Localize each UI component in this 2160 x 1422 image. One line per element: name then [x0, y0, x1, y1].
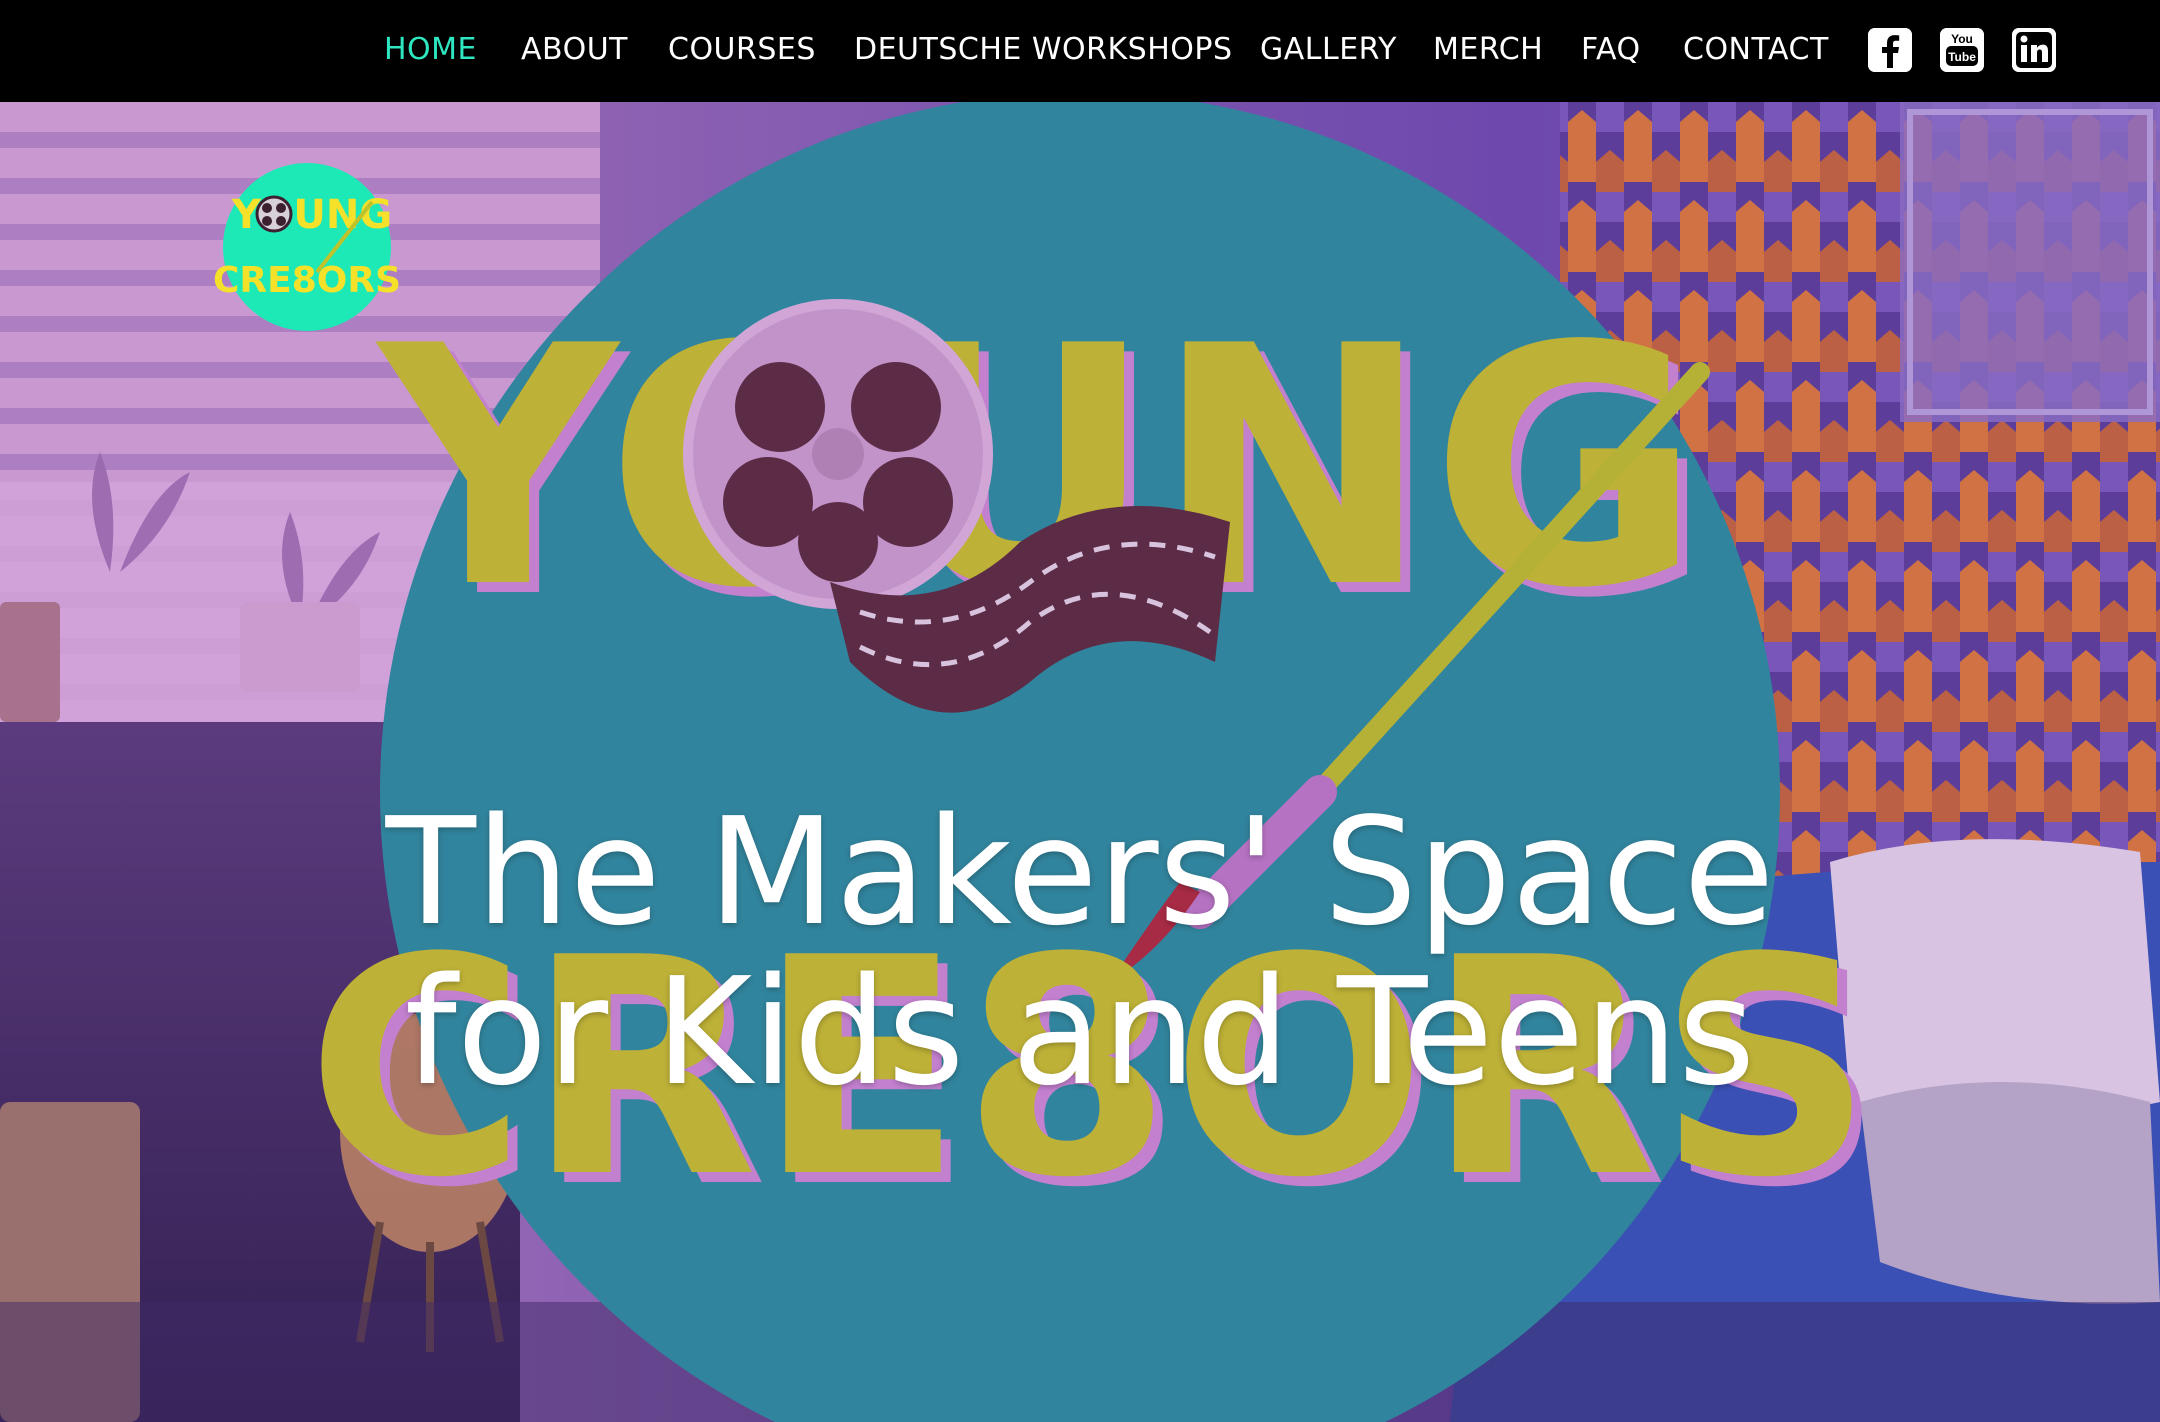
youtube-glyph-bottom: Tube	[1948, 50, 1976, 64]
youtube-glyph-top: You	[1951, 32, 1973, 46]
hero-heading-line2: for Kids and Teens	[404, 946, 1756, 1118]
nav-item-faq[interactable]: FAQ	[1581, 30, 1641, 70]
youtube-link[interactable]: You Tube	[1940, 28, 1984, 72]
linkedin-icon	[2012, 28, 2056, 72]
page: HOME ABOUT COURSES DEUTSCHE WORKSHOPS GA…	[0, 0, 2160, 1422]
youtube-icon: You Tube	[1940, 28, 1984, 72]
nav-item-contact[interactable]: CONTACT	[1683, 30, 1829, 70]
site-logo-line1: YOUNG	[231, 192, 392, 238]
top-navigation-bar: HOME ABOUT COURSES DEUTSCHE WORKSHOPS GA…	[0, 0, 2160, 102]
site-logo[interactable]: YOUNG CRE8ORS	[212, 162, 402, 332]
nav-item-merch[interactable]: MERCH	[1433, 30, 1543, 70]
nav-item-about[interactable]: ABOUT	[521, 30, 628, 70]
hero-heading: The Makers' Space for Kids and Teens	[0, 792, 2160, 1112]
nav-item-courses[interactable]: COURSES	[668, 30, 816, 70]
site-logo-line2: CRE8ORS	[213, 260, 401, 301]
hero-section: YOUNG YOUNG CRE8ORS CRE8ORS YOUNG CRE8OR…	[0, 102, 2160, 1422]
hero-heading-line1: The Makers' Space	[385, 786, 1775, 958]
nav-item-home[interactable]: HOME	[384, 30, 477, 70]
nav-item-gallery[interactable]: GALLERY	[1260, 30, 1397, 70]
main-nav: HOME ABOUT COURSES DEUTSCHE WORKSHOPS GA…	[0, 0, 2160, 102]
facebook-link[interactable]	[1868, 28, 1912, 72]
nav-item-deutsche-workshops[interactable]: DEUTSCHE WORKSHOPS	[854, 30, 1233, 70]
linkedin-link[interactable]	[2012, 28, 2056, 72]
facebook-icon	[1868, 28, 1912, 72]
